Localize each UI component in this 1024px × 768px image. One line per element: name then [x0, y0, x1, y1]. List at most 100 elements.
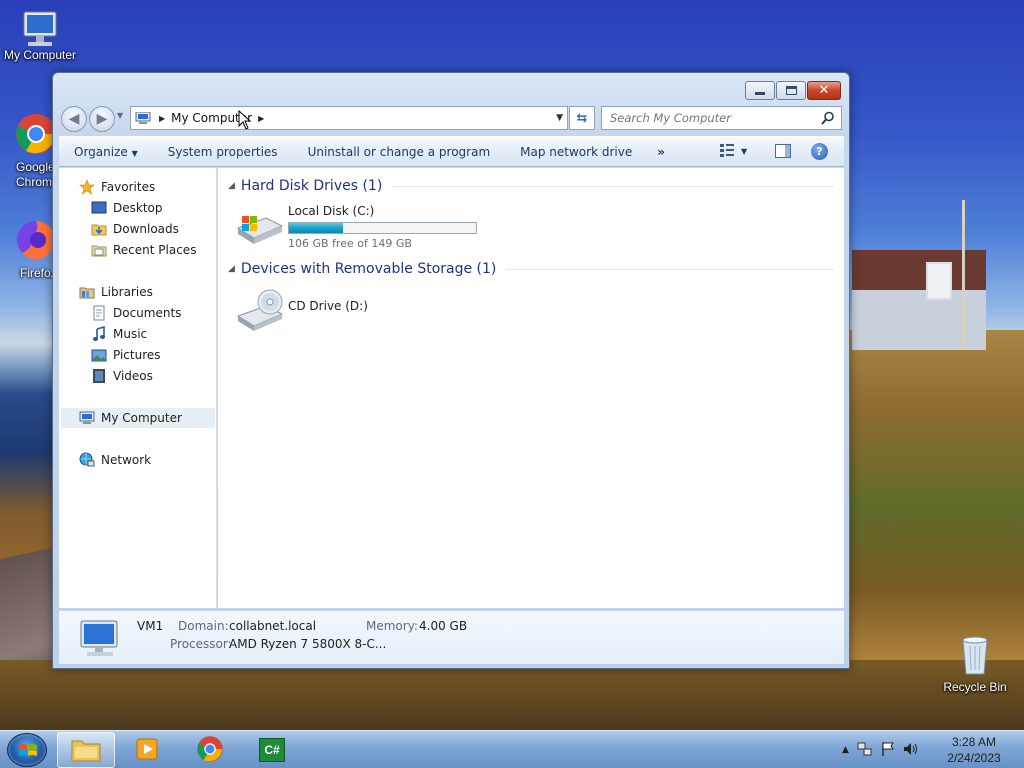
memory-label: Memory:	[366, 619, 418, 633]
breadcrumb-separator-icon[interactable]: ▶	[258, 114, 264, 123]
mouse-cursor-icon	[238, 109, 252, 133]
maximize-button[interactable]	[776, 81, 806, 100]
nav-favorites[interactable]: Favorites	[79, 177, 155, 197]
navigation-pane: Favorites Desktop Downloads Recent Place…	[59, 168, 217, 608]
nav-desktop[interactable]: Desktop	[91, 198, 163, 218]
desktop-icon-chrome[interactable]: Google Chrome	[0, 112, 52, 190]
system-properties-button[interactable]: System properties	[153, 145, 293, 159]
nav-label: Recent Places	[113, 243, 197, 257]
taskbar-chrome-button[interactable]	[181, 732, 239, 768]
refresh-icon: ⇆	[576, 110, 588, 126]
group-title: Devices with Removable Storage (1)	[240, 261, 497, 277]
system-tray: ▲	[842, 731, 919, 768]
nav-label: Downloads	[113, 222, 179, 236]
documents-icon	[91, 305, 107, 321]
content-pane: ◢ Hard Disk Drives (1) Local Disk (C:) 1…	[218, 168, 844, 608]
computer-icon	[18, 8, 62, 52]
nav-label: Videos	[113, 369, 153, 383]
desktop-icon-label: Recycle Bin	[943, 680, 1007, 694]
refresh-button[interactable]: ⇆	[569, 106, 595, 130]
address-bar[interactable]: ▶ My Computer ▶ ▼	[130, 106, 568, 130]
collapse-icon[interactable]: ◢	[228, 264, 235, 274]
back-button[interactable]: ◀	[61, 106, 87, 132]
nav-label: My Computer	[101, 411, 182, 425]
search-input[interactable]	[610, 111, 810, 125]
uninstall-program-button[interactable]: Uninstall or change a program	[293, 145, 506, 159]
chevron-down-icon: ▼	[131, 148, 138, 158]
nav-label: Music	[113, 327, 148, 341]
group-divider	[392, 185, 834, 187]
collapse-icon[interactable]: ◢	[228, 181, 235, 191]
taskbar-csharp-button[interactable]: C#	[243, 732, 301, 768]
taskbar: C# ▲ 3:28 AM 2/24/2023	[0, 730, 1024, 768]
csharp-icon: C#	[259, 738, 285, 762]
windows-logo-icon	[18, 742, 38, 760]
pictures-icon	[91, 347, 107, 363]
command-bar: Organize ▼ System properties Uninstall o…	[59, 136, 844, 167]
processor-label: Processor:	[170, 637, 232, 651]
network-status-icon[interactable]	[857, 741, 873, 760]
search-box[interactable]	[601, 106, 842, 130]
computer-name: VM1	[137, 619, 164, 633]
breadcrumb-separator-icon[interactable]: ▶	[159, 114, 165, 123]
help-button[interactable]: ?	[811, 143, 828, 160]
desktop-icon-firefox[interactable]: Firefox	[0, 218, 52, 280]
arrow-left-icon: ◀	[68, 111, 80, 127]
memory-value: 4.00 GB	[419, 619, 468, 633]
desktop-icon-my-computer[interactable]: My Computer	[0, 8, 80, 62]
volume-icon[interactable]	[903, 741, 919, 760]
nav-network[interactable]: Network	[79, 450, 151, 470]
folder-icon	[71, 736, 101, 765]
domain-label: Domain:	[178, 619, 229, 633]
action-center-flag-icon[interactable]	[881, 741, 895, 760]
organize-menu[interactable]: Organize ▼	[59, 145, 153, 159]
close-button[interactable]: ✕	[807, 81, 841, 100]
drive-cd-d[interactable]: CD Drive (D:)	[236, 288, 368, 332]
more-commands-button[interactable]: »	[647, 145, 675, 159]
group-header-removable-storage[interactable]: ◢ Devices with Removable Storage (1)	[228, 261, 834, 277]
chrome-icon	[196, 735, 224, 766]
nav-label: Desktop	[113, 201, 163, 215]
nav-libraries[interactable]: Libraries	[79, 282, 153, 302]
clock-date: 2/24/2023	[947, 751, 1001, 765]
explorer-window[interactable]: ✕ ◀ ▶ ▼ ▶ My Computer ▶ ▼ ⇆ Organize ▼ S…	[52, 72, 850, 669]
computer-icon	[79, 410, 95, 426]
taskbar-explorer-button[interactable]	[57, 732, 115, 768]
group-header-hard-disk-drives[interactable]: ◢ Hard Disk Drives (1)	[228, 178, 834, 194]
music-icon	[91, 325, 107, 342]
nav-label: Libraries	[101, 285, 153, 299]
processor-value: AMD Ryzen 7 5800X 8-C...	[229, 637, 387, 651]
recent-pages-dropdown[interactable]: ▼	[117, 111, 123, 120]
taskbar-media-player-button[interactable]	[118, 732, 176, 768]
nav-videos[interactable]: Videos	[91, 366, 153, 386]
preview-pane-button[interactable]	[775, 144, 791, 158]
star-icon	[79, 179, 95, 195]
help-icon: ?	[816, 145, 823, 158]
search-icon[interactable]	[821, 111, 835, 125]
recent-places-icon	[91, 242, 107, 258]
nav-music[interactable]: Music	[91, 324, 147, 344]
close-icon: ✕	[818, 83, 830, 98]
change-view-button[interactable]: ▼	[719, 143, 747, 160]
start-button[interactable]	[7, 733, 47, 767]
nav-label: Pictures	[113, 348, 161, 362]
drive-usage-fill	[289, 223, 344, 233]
minimize-button[interactable]	[745, 81, 775, 100]
videos-icon	[91, 368, 107, 384]
nav-documents[interactable]: Documents	[91, 303, 181, 323]
show-hidden-icons-button[interactable]: ▲	[842, 745, 849, 755]
address-dropdown-icon[interactable]: ▼	[556, 113, 563, 123]
nav-my-computer[interactable]: My Computer	[61, 408, 215, 428]
maximize-icon	[785, 86, 797, 95]
nav-pictures[interactable]: Pictures	[91, 345, 161, 365]
firefox-icon	[14, 218, 52, 262]
map-network-drive-button[interactable]: Map network drive	[505, 145, 647, 159]
nav-downloads[interactable]: Downloads	[91, 219, 179, 239]
group-title: Hard Disk Drives (1)	[240, 178, 383, 194]
nav-recent-places[interactable]: Recent Places	[91, 240, 196, 260]
desktop-icon-recycle-bin[interactable]: Recycle Bin	[935, 632, 1015, 694]
clock[interactable]: 3:28 AM 2/24/2023	[934, 734, 1014, 766]
forward-button[interactable]: ▶	[89, 106, 115, 132]
desktop-icon-label: Google Chrome	[16, 160, 52, 189]
drive-local-disk-c[interactable]: Local Disk (C:) 106 GB free of 149 GB	[236, 204, 477, 250]
